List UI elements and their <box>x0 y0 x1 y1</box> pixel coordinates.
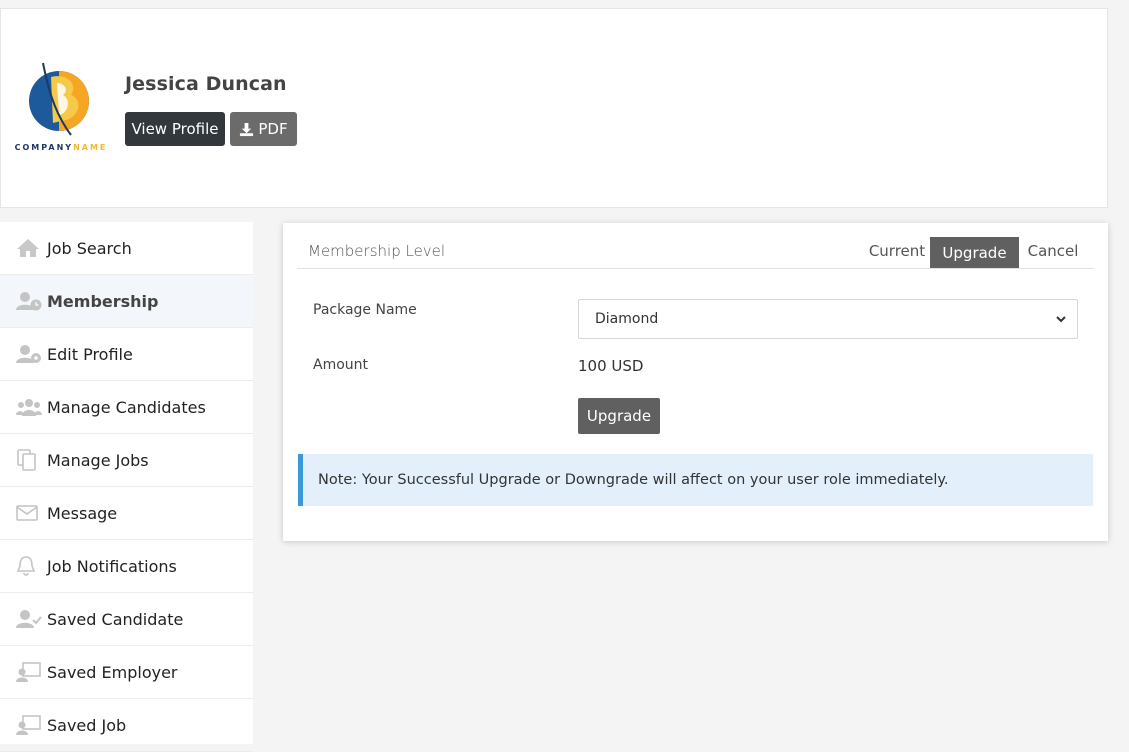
package-name-label: Package Name <box>313 302 417 318</box>
sidebar-item-edit-profile[interactable]: Edit Profile <box>0 328 253 381</box>
sidebar-item-saved-employer[interactable]: Saved Employer <box>0 646 253 699</box>
sidebar-item-label: Manage Candidates <box>47 397 206 417</box>
amount-value: 100 USD <box>578 357 644 375</box>
user-check-icon <box>16 608 42 630</box>
info-note: Note: Your Successful Upgrade or Downgra… <box>298 454 1093 506</box>
sidebar-item-label: Job Search <box>47 238 132 258</box>
membership-title: Membership Level <box>308 242 446 260</box>
amount-label: Amount <box>313 357 369 373</box>
view-profile-button[interactable]: View Profile <box>125 112 225 146</box>
sidebar-item-manage-jobs[interactable]: Manage Jobs <box>0 434 253 487</box>
sidebar-item-job-search[interactable]: Job Search <box>0 222 253 275</box>
chevron-down-icon <box>1056 316 1066 323</box>
sidebar-item-manage-candidates[interactable]: Manage Candidates <box>0 381 253 434</box>
user-name: Jessica Duncan <box>125 73 287 95</box>
company-logo: COMPANYNAME <box>13 61 109 165</box>
tab-upgrade[interactable]: Upgrade <box>930 237 1019 268</box>
membership-panel: Membership Level Current Upgrade Cancel … <box>283 223 1108 541</box>
sidebar-item-membership[interactable]: Membership <box>0 275 253 328</box>
sidebar-item-label: Edit Profile <box>47 344 133 364</box>
bell-icon <box>16 555 42 577</box>
sidebar-item-message[interactable]: Message <box>0 487 253 540</box>
chalkboard-user-icon <box>16 661 42 683</box>
sidebar-item-label: Saved Candidate <box>47 609 184 629</box>
sidebar-item-label: Membership <box>47 291 159 311</box>
sidebar-item-label: Job Notifications <box>47 556 177 576</box>
copy-icon <box>16 449 42 471</box>
pdf-label: PDF <box>258 120 288 138</box>
users-icon <box>16 396 42 418</box>
profile-header: COMPANYNAME Jessica Duncan View Profile … <box>0 8 1108 208</box>
sidebar-item-job-notifications[interactable]: Job Notifications <box>0 540 253 593</box>
package-select[interactable]: Diamond <box>578 299 1078 339</box>
tab-current[interactable]: Current <box>869 235 925 266</box>
download-icon <box>240 122 254 136</box>
user-clock-icon <box>16 290 42 312</box>
home-icon <box>16 237 42 259</box>
user-gear-icon <box>16 343 42 365</box>
sidebar-item-saved-candidate[interactable]: Saved Candidate <box>0 593 253 646</box>
logo-wordmark: COMPANYNAME <box>14 143 108 152</box>
membership-header: Membership Level Current Upgrade Cancel <box>297 237 1094 269</box>
sidebar-item-saved-job[interactable]: Saved Job <box>0 699 253 752</box>
package-select-value: Diamond <box>595 311 659 327</box>
sidebar-item-label: Saved Job <box>47 715 127 735</box>
tab-cancel[interactable]: Cancel <box>1028 235 1079 266</box>
sidebar-item-label: Saved Employer <box>47 662 178 682</box>
envelope-icon <box>16 502 42 524</box>
pdf-download-button[interactable]: PDF <box>230 112 297 146</box>
upgrade-button[interactable]: Upgrade <box>578 398 660 434</box>
sidebar-item-label: Manage Jobs <box>47 450 149 470</box>
sidebar: Job Search Membership Edit Profile Manag… <box>0 222 253 752</box>
chalkboard-user-icon <box>16 714 42 736</box>
sidebar-item-label: Message <box>47 503 118 523</box>
